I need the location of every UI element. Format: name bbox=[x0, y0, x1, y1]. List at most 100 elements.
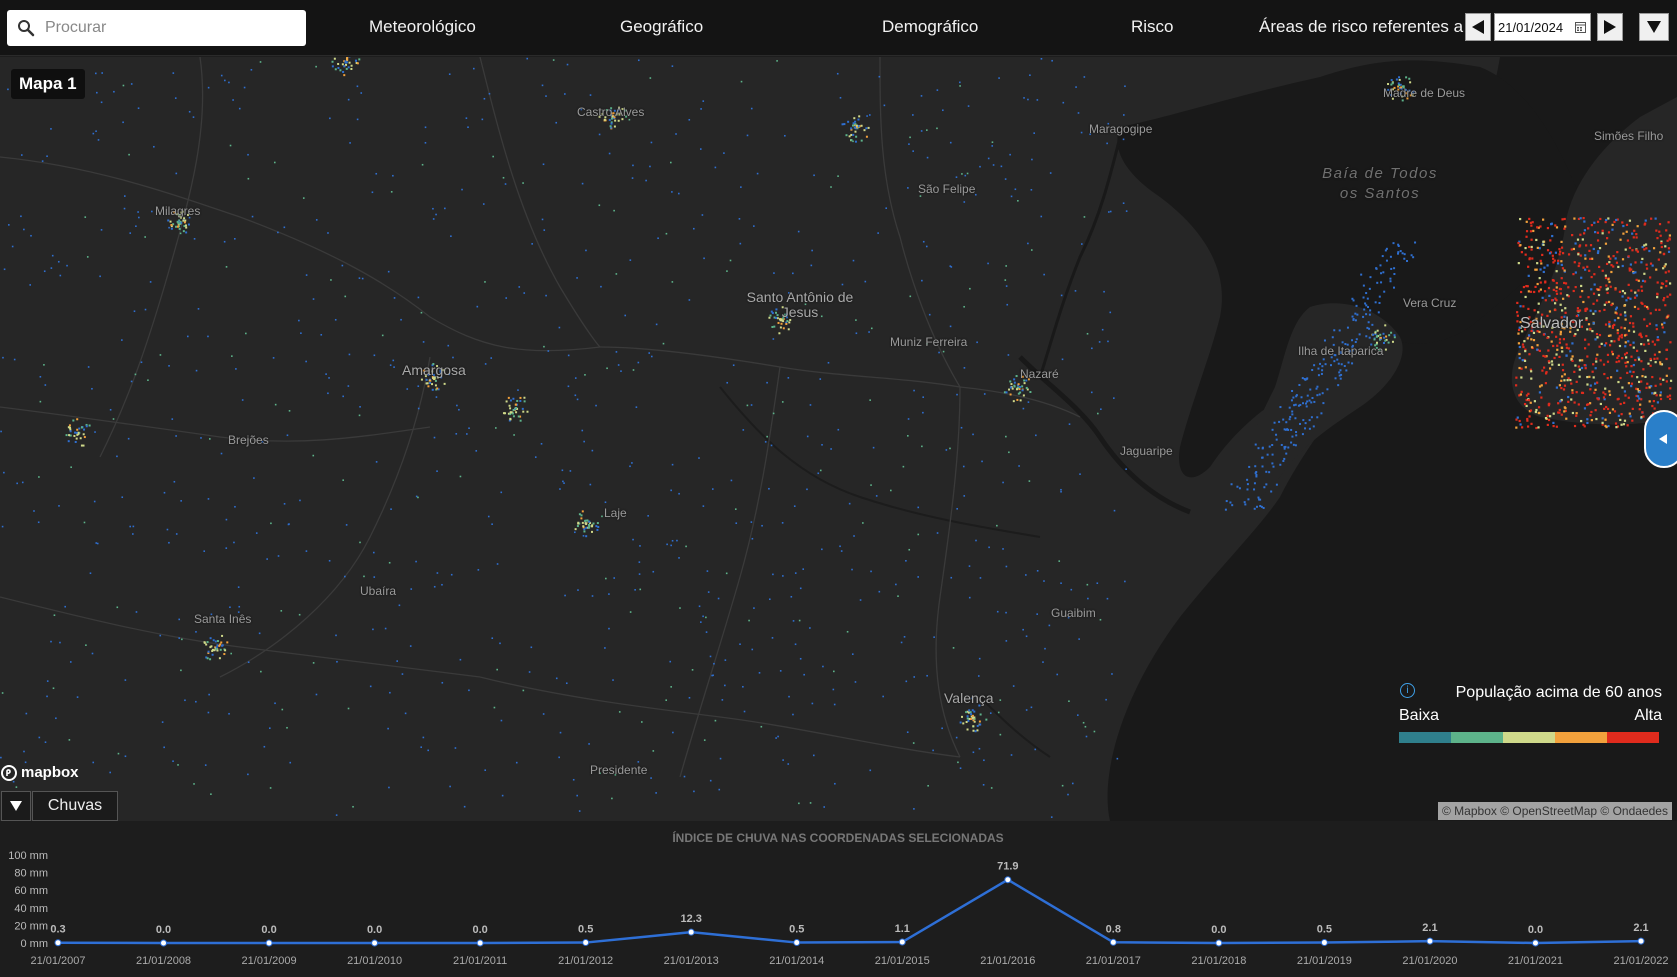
chart-title: ÍNDICE DE CHUVA NAS COORDENADAS SELECION… bbox=[672, 830, 1003, 845]
data-label: 2.1 bbox=[1633, 922, 1648, 934]
place-label: Milagres bbox=[155, 204, 201, 218]
sea-label-line: Baía de Todos bbox=[1322, 165, 1438, 182]
x-tick-label: 21/01/2007 bbox=[30, 955, 85, 967]
place-label: Ilha de Itaparica bbox=[1298, 344, 1384, 358]
data-point bbox=[371, 939, 379, 947]
y-tick-label: 0 mm bbox=[21, 938, 49, 950]
triangle-down-icon bbox=[10, 801, 22, 811]
data-point bbox=[1531, 939, 1539, 947]
x-tick-label: 21/01/2010 bbox=[347, 955, 402, 967]
place-label: Maragogipe bbox=[1089, 122, 1153, 136]
triangle-left-icon bbox=[1472, 20, 1484, 34]
place-label: Simões Filho bbox=[1594, 129, 1664, 143]
data-label: 0.0 bbox=[367, 924, 382, 936]
mapbox-logo[interactable]: mapbox bbox=[1, 764, 79, 781]
nav-risco[interactable]: Risco bbox=[1131, 17, 1174, 37]
nav-demografico[interactable]: Demográfico bbox=[882, 17, 978, 37]
place-label: Guaibim bbox=[1051, 606, 1096, 620]
triangle-down-icon bbox=[1647, 21, 1661, 33]
legend-swatch bbox=[1607, 732, 1659, 743]
date-picker[interactable] bbox=[1494, 13, 1591, 41]
x-tick-label: 21/01/2011 bbox=[453, 955, 507, 967]
nav-meteorologico[interactable]: Meteorológico bbox=[369, 17, 476, 37]
info-icon[interactable]: i bbox=[1400, 683, 1415, 698]
rain-chart-svg: ÍNDICE DE CHUVA NAS COORDENADAS SELECION… bbox=[8, 830, 1668, 967]
place-label: Muniz Ferreira bbox=[890, 335, 968, 349]
menu-dropdown-button[interactable] bbox=[1639, 13, 1669, 41]
place-label: Madre de Deus bbox=[1383, 86, 1466, 100]
triangle-left-icon bbox=[1659, 434, 1667, 444]
search-icon bbox=[18, 20, 35, 37]
data-point bbox=[1426, 937, 1434, 945]
data-point bbox=[160, 939, 168, 947]
place-label: Laje bbox=[604, 506, 627, 520]
x-tick-label: 21/01/2020 bbox=[1402, 955, 1457, 967]
legend-high-label: Alta bbox=[1634, 707, 1662, 724]
y-tick-label: 40 mm bbox=[14, 903, 48, 915]
y-tick-label: 60 mm bbox=[14, 885, 48, 897]
map-view[interactable]: Mapa 1 Castro Alves Madre de Deus Marago… bbox=[0, 57, 1677, 821]
data-label: 0.0 bbox=[472, 924, 487, 936]
data-label: 0.5 bbox=[789, 924, 804, 936]
place-label: São Felipe bbox=[918, 182, 976, 196]
date-input[interactable] bbox=[1495, 14, 1573, 40]
data-point bbox=[582, 939, 590, 947]
data-point bbox=[54, 939, 62, 947]
data-label: 2.1 bbox=[1422, 922, 1437, 934]
data-label: 0.0 bbox=[261, 924, 276, 936]
place-label: Jaguaripe bbox=[1120, 444, 1173, 458]
data-point bbox=[476, 939, 484, 947]
legend-swatch bbox=[1503, 732, 1555, 743]
x-tick-label: 21/01/2017 bbox=[1086, 955, 1141, 967]
place-label: Vera Cruz bbox=[1403, 296, 1457, 310]
legend-swatch bbox=[1555, 732, 1607, 743]
data-point bbox=[1320, 939, 1328, 947]
map-title-badge: Mapa 1 bbox=[11, 69, 85, 99]
x-tick-label: 21/01/2008 bbox=[136, 955, 191, 967]
search-box[interactable] bbox=[7, 10, 306, 46]
data-point bbox=[1637, 937, 1645, 945]
y-tick-label: 20 mm bbox=[14, 920, 48, 932]
data-label: 0.8 bbox=[1106, 923, 1121, 935]
nav-geografico[interactable]: Geográfico bbox=[620, 17, 703, 37]
x-tick-label: 21/01/2014 bbox=[769, 955, 824, 967]
map-legend: i População acima de 60 anos Baixa Alta bbox=[1396, 679, 1662, 747]
place-label: Brejões bbox=[228, 433, 269, 447]
top-bar: Meteorológico Geográfico Demográfico Ris… bbox=[0, 0, 1677, 56]
y-tick-label: 100 mm bbox=[8, 850, 48, 862]
x-tick-label: 21/01/2022 bbox=[1613, 955, 1668, 967]
river bbox=[719, 386, 1041, 538]
data-label: 0.5 bbox=[578, 924, 593, 936]
map-attribution[interactable]: © Mapbox © OpenStreetMap © Ondaedes bbox=[1438, 802, 1672, 820]
series-line bbox=[57, 878, 1642, 945]
legend-swatch bbox=[1399, 732, 1451, 743]
search-input[interactable] bbox=[45, 10, 295, 46]
previous-date-button[interactable] bbox=[1465, 13, 1491, 41]
y-tick-label: 80 mm bbox=[14, 868, 48, 880]
data-point bbox=[265, 939, 273, 947]
place-label: Santa Inês bbox=[194, 612, 252, 626]
side-panel-toggle[interactable] bbox=[1644, 410, 1677, 468]
x-tick-label: 21/01/2012 bbox=[558, 955, 613, 967]
next-date-button[interactable] bbox=[1597, 13, 1623, 41]
data-label: 0.3 bbox=[50, 924, 65, 936]
calendar-icon[interactable] bbox=[1575, 21, 1586, 33]
place-label: Valença bbox=[944, 690, 994, 706]
legend-title: População acima de 60 anos bbox=[1455, 684, 1662, 701]
place-label: Salvador bbox=[1520, 315, 1584, 332]
data-point bbox=[1215, 939, 1223, 947]
data-point bbox=[1109, 938, 1117, 946]
place-label: Nazaré bbox=[1020, 367, 1059, 381]
triangle-right-icon bbox=[1604, 20, 1616, 34]
data-point bbox=[793, 939, 801, 947]
place-label: Ubaíra bbox=[360, 584, 397, 598]
sea-label: Baía de Todos os Santos bbox=[1310, 164, 1450, 204]
rain-chart: ÍNDICE DE CHUVA NAS COORDENADAS SELECION… bbox=[0, 821, 1677, 977]
river bbox=[979, 696, 1051, 758]
x-tick-label: 21/01/2021 bbox=[1508, 955, 1563, 967]
sea-label-line: os Santos bbox=[1339, 185, 1421, 202]
layer-chuvas-button[interactable]: Chuvas bbox=[32, 791, 118, 821]
app-root: Meteorológico Geográfico Demográfico Ris… bbox=[0, 0, 1677, 977]
layer-collapse-button[interactable] bbox=[1, 791, 31, 821]
data-point bbox=[898, 938, 906, 946]
